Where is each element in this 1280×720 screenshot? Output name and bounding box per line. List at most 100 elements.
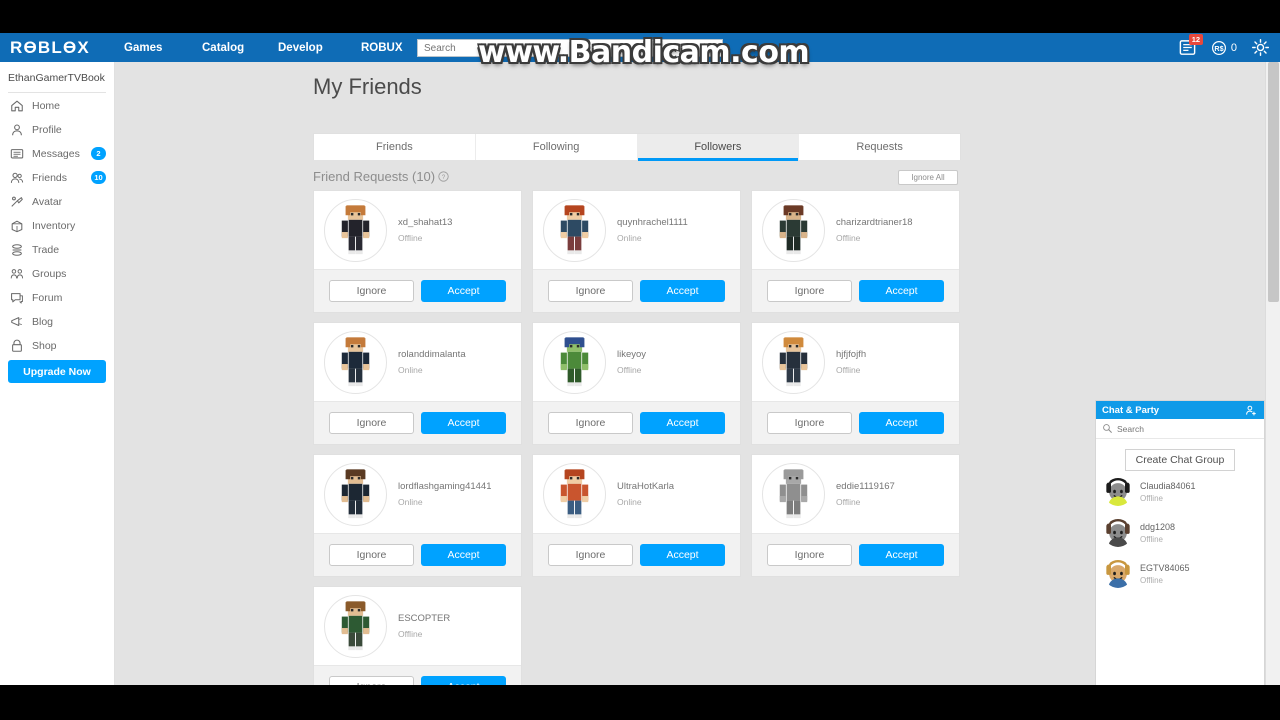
friend-username[interactable]: UltraHotKarla (617, 481, 674, 492)
ignore-button[interactable]: Ignore (767, 280, 852, 302)
add-friend-icon[interactable] (1245, 404, 1258, 417)
ignore-button[interactable]: Ignore (548, 544, 633, 566)
nav-link-games[interactable]: Games (118, 42, 168, 54)
accept-button[interactable]: Accept (421, 544, 506, 566)
search-input[interactable] (424, 40, 694, 56)
sidebar-label-inventory: Inventory (32, 219, 76, 232)
friend-username[interactable]: charizardtrianer18 (836, 217, 913, 228)
sidebar-item-messages[interactable]: Messages 2 (0, 142, 114, 165)
friend-request-actions: Ignore Accept (314, 533, 521, 576)
nav-link-catalog[interactable]: Catalog (196, 42, 250, 54)
sidebar-username[interactable]: EthanGamerTVBook (8, 62, 106, 93)
avatar[interactable] (543, 198, 606, 262)
tab-following[interactable]: Following (476, 134, 638, 160)
robux-balance[interactable]: R$ 0 (1211, 40, 1237, 56)
avatar[interactable] (762, 198, 825, 262)
accept-button[interactable]: Accept (859, 544, 944, 566)
chat-contact-row[interactable]: ddg1208 Offline (1096, 512, 1264, 553)
upgrade-now-button[interactable]: Upgrade Now (8, 360, 106, 383)
avatar-figure (341, 600, 370, 650)
create-chat-group-button[interactable]: Create Chat Group (1125, 449, 1235, 471)
ignore-button[interactable]: Ignore (548, 412, 633, 434)
help-icon[interactable]: ? (438, 171, 449, 182)
ignore-button[interactable]: Ignore (329, 544, 414, 566)
friend-username[interactable]: ESCOPTER (398, 613, 450, 624)
sidebar-item-shop[interactable]: Shop (0, 334, 114, 357)
friend-username[interactable]: hjfjfojfh (836, 349, 866, 360)
avatar[interactable] (762, 462, 825, 526)
friend-request-card: hjfjfojfh Offline Ignore Accept (751, 322, 960, 445)
ignore-button[interactable]: Ignore (329, 412, 414, 434)
chat-contact-name: Claudia84061 (1140, 480, 1196, 491)
sidebar-badge-friends: 10 (91, 171, 106, 184)
accept-button[interactable]: Accept (640, 544, 725, 566)
sidebar-item-profile[interactable]: Profile (0, 118, 114, 141)
avatar[interactable] (324, 330, 387, 394)
sidebar-item-friends[interactable]: Friends 10 (0, 166, 114, 189)
tab-requests[interactable]: Requests (799, 134, 960, 160)
sidebar-item-inventory[interactable]: Inventory (0, 214, 114, 237)
sidebar-item-blog[interactable]: Blog (0, 310, 114, 333)
sidebar-item-groups[interactable]: Groups (0, 262, 114, 285)
screen-letterbox: www.Bandicam.com RӨBLӨX Games Catalog De… (0, 0, 1280, 720)
tab-followers[interactable]: Followers (637, 134, 800, 161)
avatar[interactable] (543, 330, 606, 394)
top-navigation-bar: RӨBLӨX Games Catalog Develop ROBUX Searc… (0, 33, 1280, 62)
nav-link-develop[interactable]: Develop (272, 42, 329, 54)
avatar[interactable] (324, 462, 387, 526)
avatar[interactable] (1104, 518, 1132, 547)
friend-username[interactable]: likeyoy (617, 349, 646, 360)
friend-request-info: likeyoy Offline (617, 349, 646, 375)
messages-badge: 12 (1188, 34, 1203, 45)
accept-button[interactable]: Accept (421, 676, 506, 685)
ignore-button[interactable]: Ignore (767, 412, 852, 434)
scrollbar-thumb[interactable] (1268, 62, 1279, 302)
avatar[interactable] (762, 330, 825, 394)
friend-request-card-body: charizardtrianer18 Offline (752, 191, 959, 269)
avatar[interactable] (1104, 477, 1132, 506)
sidebar-item-forum[interactable]: Forum (0, 286, 114, 309)
friend-username[interactable]: xd_shahat13 (398, 217, 452, 228)
friend-request-actions: Ignore Accept (752, 269, 959, 312)
accept-button[interactable]: Accept (640, 280, 725, 302)
sidebar-item-avatar[interactable]: Avatar (0, 190, 114, 213)
ignore-button[interactable]: Ignore (329, 280, 414, 302)
friend-username[interactable]: quynhrachel1111 (617, 217, 688, 228)
accept-button[interactable]: Accept (421, 280, 506, 302)
chat-contact-row[interactable]: Claudia84061 Offline (1096, 471, 1264, 512)
accept-button[interactable]: Accept (859, 412, 944, 434)
accept-button[interactable]: Accept (421, 412, 506, 434)
chat-panel-header[interactable]: Chat & Party (1096, 401, 1264, 419)
friend-username[interactable]: lordflashgaming41441 (398, 481, 491, 492)
sidebar-item-trade[interactable]: Trade (0, 238, 114, 261)
search-box[interactable] (417, 39, 723, 57)
roblox-logo[interactable]: RӨBLӨX (10, 38, 102, 58)
avatar[interactable] (1104, 559, 1132, 588)
friend-username[interactable]: eddie1119167 (836, 481, 895, 492)
friend-username[interactable]: rolanddimalanta (398, 349, 466, 360)
ignore-button[interactable]: Ignore (767, 544, 852, 566)
page-scrollbar[interactable] (1265, 62, 1280, 685)
ignore-all-button[interactable]: Ignore All (898, 170, 958, 185)
messages-icon[interactable]: 12 (1178, 34, 1203, 57)
chat-search-box[interactable] (1096, 419, 1264, 439)
accept-button[interactable]: Accept (859, 280, 944, 302)
home-icon (11, 100, 23, 111)
search-icon[interactable] (706, 42, 719, 55)
ignore-button[interactable]: Ignore (548, 280, 633, 302)
inventory-icon (11, 220, 23, 232)
chat-contact-row[interactable]: EGTV84065 Offline (1096, 553, 1264, 594)
avatar[interactable] (324, 198, 387, 262)
avatar[interactable] (543, 462, 606, 526)
ignore-button[interactable]: Ignore (329, 676, 414, 685)
nav-link-robux[interactable]: ROBUX (355, 42, 409, 54)
sidebar-item-home[interactable]: Home (0, 94, 114, 117)
friend-request-card: charizardtrianer18 Offline Ignore Accept (751, 190, 960, 313)
accept-button[interactable]: Accept (640, 412, 725, 434)
settings-gear-icon[interactable] (1251, 38, 1270, 57)
avatar[interactable] (324, 594, 387, 658)
friend-request-actions: Ignore Accept (533, 401, 740, 444)
tab-friends[interactable]: Friends (314, 134, 476, 160)
main-content: My Friends Friends Following Followers R… (115, 62, 1265, 685)
chat-search-input[interactable] (1117, 423, 1247, 434)
